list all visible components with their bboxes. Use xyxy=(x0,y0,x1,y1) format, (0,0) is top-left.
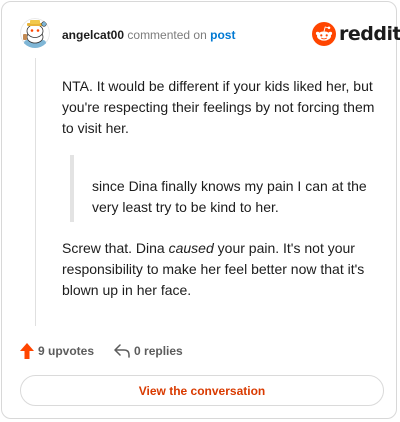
reddit-logo-icon xyxy=(312,22,336,46)
thread-line xyxy=(35,58,36,326)
blockquote-text: since Dina finally knows my pain I can a… xyxy=(92,178,367,215)
reddit-wordmark: reddit xyxy=(339,23,400,45)
reply-count: 0 replies xyxy=(134,344,183,358)
comment-paragraph-final: Screw that. Dina caused your pain. It's … xyxy=(62,238,382,301)
user-avatar[interactable] xyxy=(20,18,50,48)
snoo-avatar-icon xyxy=(20,18,50,48)
emphasized-word: caused xyxy=(168,240,214,256)
reply-action[interactable]: 0 replies xyxy=(114,344,183,358)
view-conversation-button[interactable]: View the conversation xyxy=(20,375,384,406)
comment-actions: 9 upvotes 0 replies xyxy=(20,343,183,359)
username-link[interactable]: angelcat00 xyxy=(62,28,124,42)
upvote-action[interactable]: 9 upvotes xyxy=(20,343,94,359)
blockquote-bar xyxy=(70,155,74,222)
reddit-logo[interactable]: reddit xyxy=(312,22,400,46)
post-link[interactable]: post xyxy=(210,28,235,42)
embedded-comment-card: angelcat00 commented on post reddit NTA.… xyxy=(1,1,400,419)
final-text-before: Screw that. Dina xyxy=(62,240,169,256)
comment-action-text: commented on xyxy=(127,28,207,42)
comment-paragraph: NTA. It would be different if your kids … xyxy=(62,78,375,136)
comment-header: angelcat00 commented on post xyxy=(62,28,235,42)
upvote-arrow-icon xyxy=(20,343,34,359)
upvote-count: 9 upvotes xyxy=(38,344,95,358)
reply-arrow-icon xyxy=(114,344,130,358)
